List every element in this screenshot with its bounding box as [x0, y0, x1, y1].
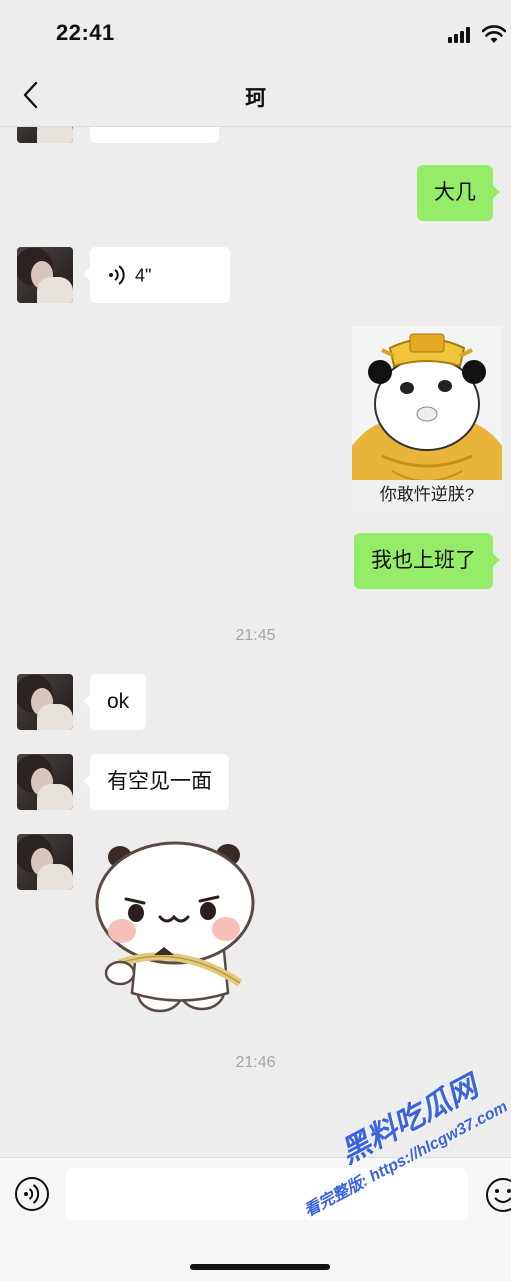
chat-header: 珂 [0, 62, 511, 127]
emoji-icon[interactable] [484, 1176, 511, 1214]
message-bubble-received[interactable]: 有空见一面 [83, 754, 229, 810]
message-list[interactable]: 大几 4" 你敢忤逆朕? 我也上班了 21:45 ok 有空见一面 21:46 [0, 127, 511, 1157]
timestamp: 21:45 [235, 627, 276, 644]
home-indicator [190, 1264, 330, 1270]
cellular-signal-icon [448, 27, 474, 43]
voice-duration: 4" [135, 265, 152, 286]
contact-avatar[interactable] [17, 127, 73, 143]
status-bar: 22:41 [0, 0, 511, 62]
emperor-panda-sticker[interactable]: 你敢忤逆朕? [352, 326, 502, 510]
message-bubble-sent[interactable]: 我也上班了 [354, 533, 500, 589]
contact-avatar[interactable] [17, 754, 73, 810]
contact-avatar[interactable] [17, 674, 73, 730]
status-time: 22:41 [56, 20, 115, 45]
contact-avatar[interactable] [17, 247, 73, 303]
message-text: 我也上班了 [371, 549, 476, 572]
message-text: ok [107, 690, 130, 713]
voice-input-icon[interactable] [14, 1176, 50, 1212]
voice-wave-icon [109, 265, 125, 286]
message-text: 有空见一面 [107, 770, 212, 793]
message-bubble-sent[interactable]: 大几 [417, 165, 500, 221]
cute-panda-sticker[interactable] [90, 833, 260, 1018]
contact-avatar[interactable] [17, 834, 73, 890]
chat-title: 珂 [245, 87, 266, 110]
message-bubble-received[interactable]: ok [82, 674, 147, 730]
message-text: 大几 [434, 181, 476, 204]
sticker-caption: 你敢忤逆朕? [352, 480, 502, 510]
voice-message-bubble[interactable]: 4" [83, 247, 230, 304]
wifi-icon [482, 25, 506, 43]
message-bubble-received[interactable] [90, 127, 219, 143]
